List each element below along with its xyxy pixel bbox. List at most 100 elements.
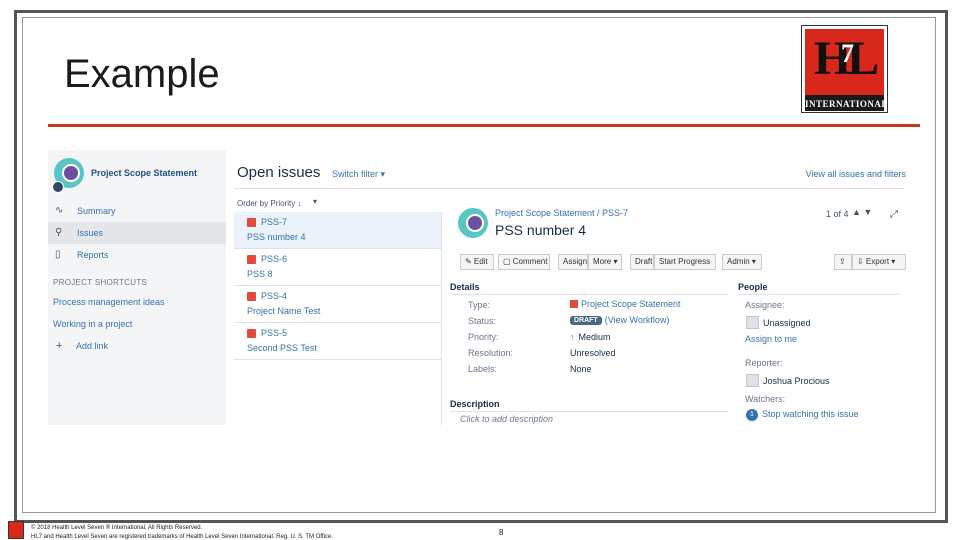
status-value[interactable]: DRAFT (View Workflow) [570,315,669,325]
expand-icon[interactable]: ⤢ [890,209,898,220]
watchers-label: Watchers: [745,394,786,404]
project-avatar [458,208,488,238]
priority-arrow-icon: ↑ [570,332,575,342]
avatar [746,316,759,329]
header-divider [234,188,904,189]
avatar [746,374,759,387]
sidebar-item-label: Reports [77,250,109,260]
field-label: Priority: [468,332,499,342]
details-heading: Details [450,282,480,292]
share-icon[interactable]: ⇪ [834,254,852,270]
shortcuts-heading: PROJECT SHORTCUTS [53,278,148,287]
type-value[interactable]: Project Scope Statement [570,299,681,309]
people-heading: People [738,282,768,292]
hl7-footer-logo [8,521,24,539]
title-rule [48,124,920,127]
stop-watching-link[interactable]: Stop watching this issue [762,409,859,419]
assignee-value[interactable]: Unassigned [763,318,811,328]
switch-filter-button[interactable]: Switch filter ▾ [332,169,385,180]
add-link-button[interactable]: Add link [76,341,108,351]
view-workflow-link[interactable]: (View Workflow) [605,315,670,325]
order-by-button[interactable]: Order by Priority ↓ [237,199,301,208]
field-label: Labels: [468,364,498,374]
description-divider [450,411,728,412]
hl7-logo-mark: HL 7 INTERNATIONAL [805,29,884,111]
field-label: Resolution: [468,348,514,358]
issue-type-icon [247,255,256,264]
comment-button[interactable]: ▢ Comment [498,254,550,270]
reporter-value[interactable]: Joshua Procious [763,376,830,386]
issue-key: PSS-4 [261,291,288,301]
chevron-down-icon[interactable]: ▾ [313,197,317,206]
description-heading: Description [450,399,500,409]
assign-button[interactable]: Assign [558,254,588,270]
shortcut-link[interactable]: Process management ideas [53,297,165,307]
description-placeholder[interactable]: Click to add description [460,414,553,424]
more-button[interactable]: More ▾ [588,254,622,270]
issue-navigator: Open issues Switch filter ▾ View all iss… [226,150,914,425]
search-icon: ⚲ [55,227,63,238]
issue-key: PSS-5 [261,328,288,338]
details-divider [450,294,728,295]
type-value-text: Project Scope Statement [581,299,681,309]
issue-summary: PSS 8 [247,269,273,279]
pager-arrows-icon[interactable]: ▲ ▼ [852,207,872,217]
project-badge-icon [52,181,64,193]
reporter-label: Reporter: [745,358,783,368]
project-name[interactable]: Project Scope Statement [91,168,197,178]
slide-title: Example [64,52,220,96]
reports-icon: ▯ [55,249,61,260]
issue-summary: Project Name Test [247,306,321,316]
sidebar-item-reports[interactable]: ▯ Reports [48,244,226,266]
issue-type-icon [247,218,256,227]
shortcut-link[interactable]: Working in a project [53,319,132,329]
hl7-logo-seven: 7 [841,39,854,68]
field-label: Status: [468,316,497,326]
project-sidebar: Project Scope Statement ∿ Summary ⚲ Issu… [48,150,226,425]
issue-type-icon [247,329,256,338]
assign-to-me-link[interactable]: Assign to me [745,334,797,344]
issue-title[interactable]: PSS number 4 [495,222,586,238]
start-progress-button[interactable]: Start Progress [654,254,716,270]
watchers-count-badge: 1 [746,409,758,421]
issue-key: PSS-6 [261,254,288,264]
people-divider [738,294,900,295]
sidebar-item-issues[interactable]: ⚲ Issues [48,222,226,244]
column-divider[interactable] [441,212,442,425]
resolution-value: Unresolved [570,348,616,358]
field-label: Type: [468,300,491,310]
issue-list-item[interactable]: PSS-4 Project Name Test [234,286,441,323]
issue-type-icon [570,300,578,308]
priority-value: ↑ Medium [570,332,611,342]
export-button[interactable]: ⇩ Export ▾ [852,254,906,270]
view-all-issues-link[interactable]: View all issues and filters [806,169,906,179]
draft-button[interactable]: Draft [630,254,654,270]
breadcrumb[interactable]: Project Scope Statement / PSS-7 [495,208,628,218]
filter-title: Open issues [237,164,321,181]
assignee-label: Assignee: [745,300,785,310]
slide: Example HL 7 INTERNATIONAL Project Scope… [0,0,960,540]
page-number: 8 [499,528,504,537]
issue-list: PSS-7 PSS number 4 PSS-6 PSS 8 PSS-4 Pro… [234,212,441,425]
hl7-logo-text: INTERNATIONAL [805,99,884,109]
plus-icon: + [56,340,63,352]
pulse-icon: ∿ [55,205,64,216]
sidebar-item-summary[interactable]: ∿ Summary [48,200,226,222]
issue-summary: PSS number 4 [247,232,306,242]
issue-pager: 1 of 4 [826,209,849,219]
issue-list-item[interactable]: PSS-6 PSS 8 [234,249,441,286]
sidebar-item-label: Issues [77,228,104,238]
copyright-text: © 2018 Health Level Seven ® Internationa… [31,525,203,531]
issue-type-icon [247,292,256,301]
issue-list-item[interactable]: PSS-5 Second PSS Test [234,323,441,360]
trademark-text: HL7 and Health Level Seven are registere… [31,534,333,540]
status-badge: DRAFT [570,316,602,325]
jira-screenshot: Project Scope Statement ∿ Summary ⚲ Issu… [48,150,914,425]
labels-value[interactable]: None [570,364,592,374]
issue-list-item[interactable]: PSS-7 PSS number 4 [234,212,441,249]
admin-button[interactable]: Admin ▾ [722,254,762,270]
hl7-logo: HL 7 INTERNATIONAL [801,25,888,113]
issue-key: PSS-7 [261,217,288,227]
edit-button[interactable]: ✎ Edit [460,254,494,270]
issue-detail-panel: Project Scope Statement / PSS-7 PSS numb… [450,206,910,425]
